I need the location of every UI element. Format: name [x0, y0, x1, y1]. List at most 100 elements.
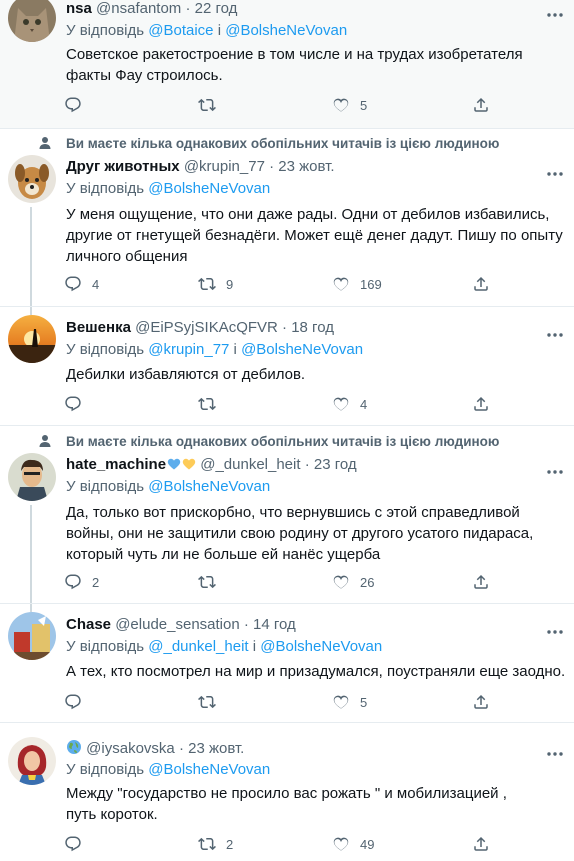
tweet[interactable]: Вешенка @EiPSyjSIKAcQFVR · 18 год У відп…: [0, 307, 574, 426]
tweet-time[interactable]: · 23 жовт.: [269, 158, 334, 175]
reply-mention[interactable]: @krupin_77: [148, 341, 229, 358]
reply-prefix: У відповідь: [66, 180, 145, 197]
reply-prefix: У відповідь: [66, 478, 145, 495]
author-handle[interactable]: @elude_sensation: [115, 616, 239, 633]
reply-mention[interactable]: @_dunkel_heit: [148, 638, 248, 655]
reply-button[interactable]: [64, 95, 92, 115]
retweet-button[interactable]: [198, 572, 226, 592]
tweet[interactable]: @iysakovska · 23 жовт. У відповідь @Bols…: [0, 723, 574, 861]
tweet[interactable]: Chase @elude_sensation · 14 год У відпов…: [0, 604, 574, 723]
reply-mention[interactable]: @BolsheNeVovan: [148, 761, 270, 778]
author-handle[interactable]: @nsafantom: [96, 0, 181, 17]
reply-button[interactable]: [64, 692, 92, 712]
more-icon[interactable]: [546, 622, 564, 628]
reply-button[interactable]: [64, 834, 92, 854]
share-icon: [472, 96, 490, 114]
share-icon: [472, 835, 490, 853]
author-name[interactable]: Вешенка: [66, 319, 131, 336]
tweet-text: А тех, кто посмотрел на мир и призадумал…: [66, 663, 566, 680]
avatar[interactable]: [8, 453, 56, 501]
author-handle[interactable]: @_dunkel_heit: [200, 456, 300, 473]
share-button[interactable]: [472, 692, 490, 712]
retweet-count: 2: [226, 836, 234, 852]
author-handle[interactable]: @iysakovska: [86, 740, 175, 757]
tweet-time[interactable]: · 22 год: [185, 0, 237, 17]
reply-icon: [64, 693, 82, 711]
person-icon: [38, 434, 52, 448]
heart-icon: [332, 573, 350, 591]
retweet-button[interactable]: [198, 394, 226, 414]
avatar[interactable]: [8, 315, 56, 363]
tweet-actions: 5: [64, 95, 504, 115]
tweet-text: Да, только вот прискорбно, что вернувшис…: [66, 504, 534, 563]
tweet[interactable]: nsa @nsafantom · 22 год У відповідь @Bot…: [0, 0, 574, 129]
blue-heart-icon: [167, 458, 181, 470]
more-icon[interactable]: [546, 5, 564, 11]
reply-button[interactable]: 2: [64, 572, 99, 592]
like-button[interactable]: 5: [332, 95, 367, 115]
globe-icon: [67, 740, 81, 754]
author-name[interactable]: Chase: [66, 616, 111, 633]
more-icon[interactable]: [546, 325, 564, 331]
like-button[interactable]: 5: [332, 692, 367, 712]
retweet-button[interactable]: [198, 95, 226, 115]
share-button[interactable]: [472, 394, 490, 414]
author-name[interactable]: nsa: [66, 0, 92, 17]
share-button[interactable]: [472, 834, 490, 854]
share-button[interactable]: [472, 95, 490, 115]
social-context: Ви маєте кілька однакових обопільних чит…: [66, 136, 500, 151]
like-button[interactable]: 4: [332, 394, 367, 414]
avatar[interactable]: [8, 737, 56, 785]
more-icon[interactable]: [546, 744, 564, 750]
like-button[interactable]: 169: [332, 274, 382, 294]
tweet-time[interactable]: · 23 год: [305, 456, 357, 473]
tweet-time[interactable]: · 14 год: [244, 616, 296, 633]
like-button[interactable]: 26: [332, 572, 374, 592]
reply-button[interactable]: [64, 394, 92, 414]
tweet[interactable]: Ви маєте кілька однакових обопільних чит…: [0, 426, 574, 604]
reply-mention[interactable]: @Botaice: [148, 22, 213, 39]
reply-prefix: У відповідь: [66, 638, 145, 655]
heart-icon: [332, 835, 350, 853]
reply-prefix: У відповідь: [66, 341, 145, 358]
avatar[interactable]: [8, 155, 56, 203]
tweet-actions: 4 9 169: [64, 274, 504, 294]
reply-mention[interactable]: @BolsheNeVovan: [148, 478, 270, 495]
like-button[interactable]: 49: [332, 834, 374, 854]
retweet-button[interactable]: 2: [198, 834, 233, 854]
avatar[interactable]: [8, 612, 56, 660]
reply-mention[interactable]: @BolsheNeVovan: [148, 180, 270, 197]
retweet-button[interactable]: 9: [198, 274, 233, 294]
share-icon: [472, 573, 490, 591]
more-icon[interactable]: [546, 164, 564, 170]
reply-icon: [64, 835, 82, 853]
author-name[interactable]: hate_machine: [66, 456, 166, 473]
reply-mention[interactable]: @BolsheNeVovan: [225, 22, 347, 39]
like-count: 26: [360, 574, 375, 590]
social-context: Ви маєте кілька однакових обопільних чит…: [66, 434, 500, 449]
tweet-time[interactable]: · 18 год: [282, 319, 334, 336]
like-count: 5: [360, 97, 368, 113]
heart-icon: [332, 693, 350, 711]
thread-line: [30, 207, 32, 306]
reply-count: 2: [92, 574, 100, 590]
retweet-button[interactable]: [198, 692, 226, 712]
tweet-actions: 2 26: [64, 572, 504, 592]
tweet[interactable]: Ви маєте кілька однакових обопільних чит…: [0, 129, 574, 307]
share-button[interactable]: [472, 274, 490, 294]
reply-mention[interactable]: @BolsheNeVovan: [260, 638, 382, 655]
tweet-text: Советское ракетостроение в том числе и н…: [66, 46, 523, 84]
reply-button[interactable]: 4: [64, 274, 99, 294]
more-icon[interactable]: [546, 462, 564, 468]
share-button[interactable]: [472, 572, 490, 592]
author-handle[interactable]: @EiPSyjSIKAcQFVR: [135, 319, 278, 336]
reply-mention[interactable]: @BolsheNeVovan: [241, 341, 363, 358]
author-handle[interactable]: @krupin_77: [184, 158, 265, 175]
retweet-icon: [198, 275, 216, 293]
like-count: 169: [360, 276, 382, 292]
reply-to-line: У відповідь @BolsheNeVovan: [66, 180, 270, 197]
author-name[interactable]: Друг животных: [66, 158, 180, 175]
tweet-time[interactable]: · 23 жовт.: [179, 740, 244, 757]
tweet-text: Между "государство не просило вас рожать…: [66, 785, 507, 823]
avatar[interactable]: [8, 0, 56, 42]
